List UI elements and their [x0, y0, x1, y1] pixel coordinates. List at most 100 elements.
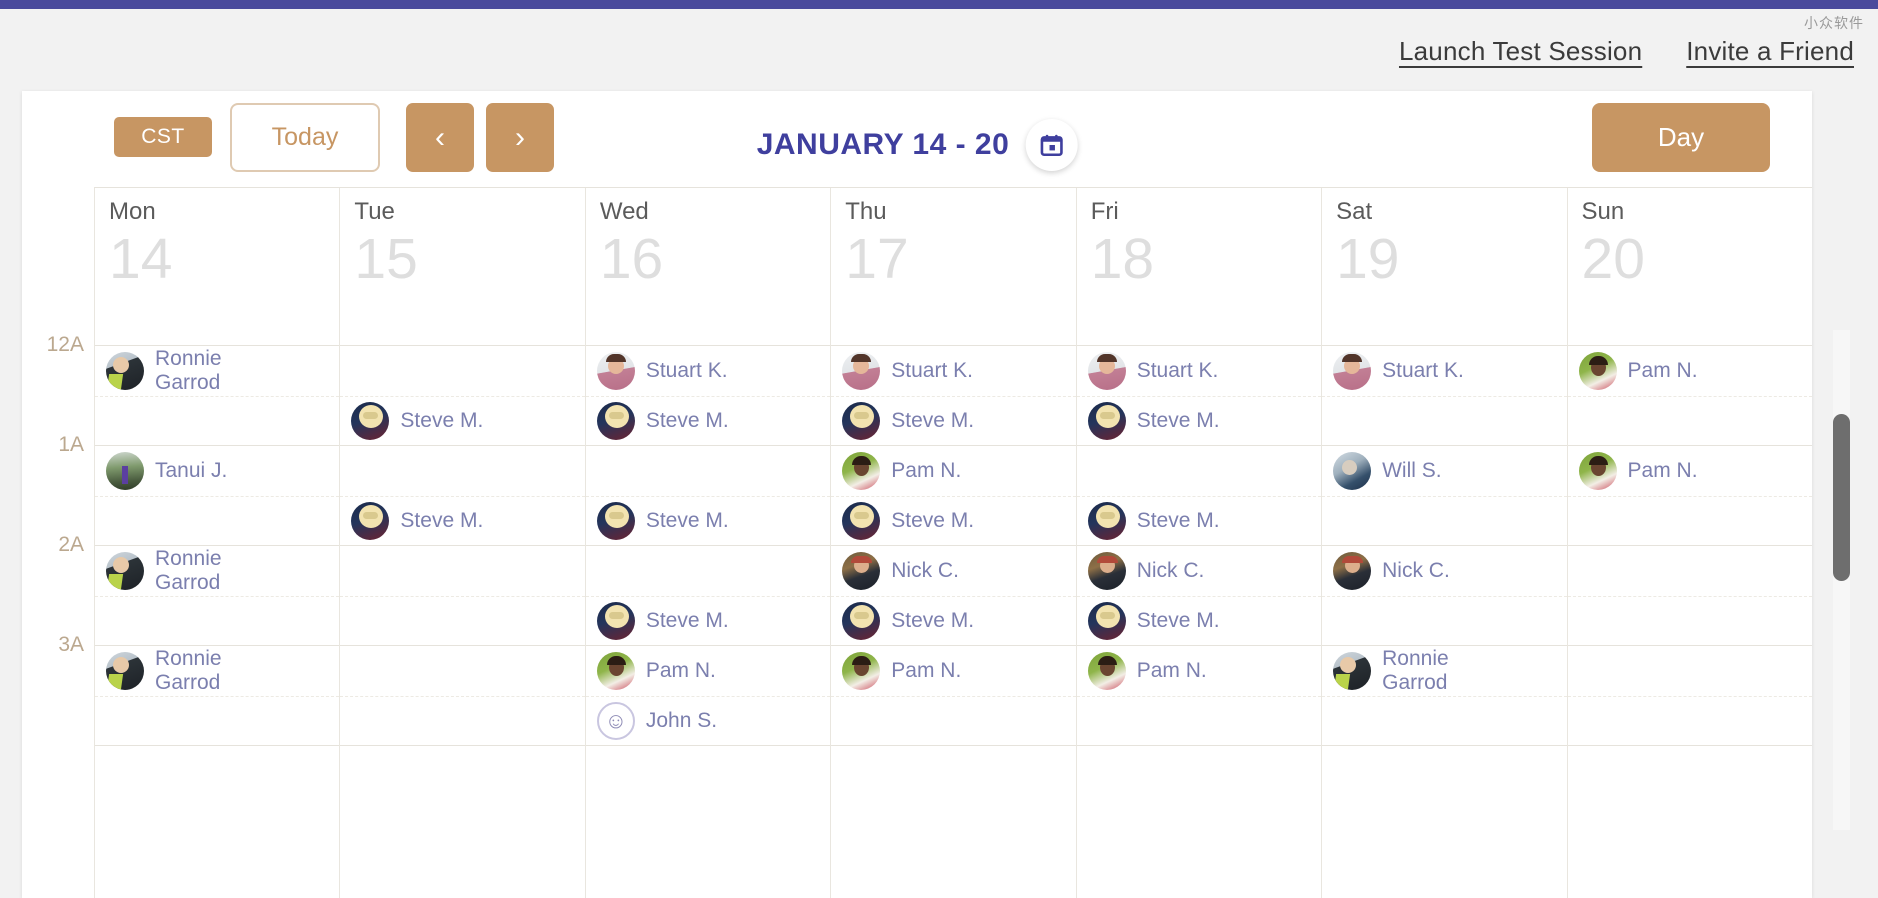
- empty-slot[interactable]: [1568, 396, 1812, 446]
- hour-row-2A[interactable]: Nick C. Steve M.: [1076, 546, 1322, 646]
- day-header-sat[interactable]: Sat 19: [1322, 188, 1567, 346]
- empty-slot[interactable]: [95, 496, 339, 546]
- event-slot[interactable]: Will S.: [1322, 446, 1566, 496]
- event-slot[interactable]: Nick C.: [831, 546, 1075, 596]
- hour-row-2A[interactable]: Nick C.: [1322, 546, 1567, 646]
- event-slot[interactable]: Nick C.: [1077, 546, 1321, 596]
- empty-slot[interactable]: [1568, 646, 1812, 696]
- hour-row-2A[interactable]: Ronnie Garrod: [95, 546, 340, 646]
- hour-row-12A[interactable]: Stuart K. Steve M.: [831, 346, 1077, 446]
- event-slot[interactable]: Nick C.: [1322, 546, 1566, 596]
- event-slot[interactable]: Pam N.: [831, 446, 1075, 496]
- view-mode-button[interactable]: Day: [1592, 103, 1770, 172]
- hour-row-2A[interactable]: Nick C. Steve M.: [831, 546, 1077, 646]
- invite-a-friend-link[interactable]: Invite a Friend: [1686, 36, 1854, 67]
- empty-slot[interactable]: [1322, 696, 1566, 746]
- event-slot[interactable]: Stuart K.: [1077, 346, 1321, 396]
- empty-slot[interactable]: [586, 446, 830, 496]
- day-header-thu[interactable]: Thu 17: [831, 188, 1076, 346]
- hour-row-1A[interactable]: Steve M.: [1076, 446, 1322, 546]
- empty-slot[interactable]: [340, 346, 584, 396]
- day-header-mon[interactable]: Mon 14: [95, 188, 340, 346]
- hour-row-12A[interactable]: Stuart K. Steve M.: [585, 346, 831, 446]
- event-slot[interactable]: Tanui J.: [95, 446, 339, 496]
- event-slot[interactable]: Steve M.: [586, 596, 830, 646]
- hour-row-1A[interactable]: Tanui J.: [95, 446, 340, 546]
- prev-week-button[interactable]: ‹: [406, 103, 474, 172]
- empty-slot[interactable]: [340, 646, 584, 696]
- empty-slot[interactable]: [1077, 446, 1321, 496]
- hour-row-12A[interactable]: Stuart K.: [1322, 346, 1567, 446]
- empty-slot[interactable]: [586, 546, 830, 596]
- next-week-button[interactable]: ›: [486, 103, 554, 172]
- empty-slot[interactable]: [340, 696, 584, 746]
- event-slot[interactable]: ☺ John S.: [586, 696, 830, 746]
- event-slot[interactable]: Pam N.: [1077, 646, 1321, 696]
- hour-row-12A[interactable]: Ronnie Garrod: [95, 346, 340, 446]
- empty-slot[interactable]: [1322, 596, 1566, 646]
- vertical-scrollbar-thumb[interactable]: [1833, 414, 1850, 581]
- event-slot[interactable]: Pam N.: [1568, 346, 1812, 396]
- event-slot[interactable]: Steve M.: [586, 396, 830, 446]
- day-header-tue[interactable]: Tue 15: [340, 188, 585, 346]
- hour-row-1A[interactable]: Will S.: [1322, 446, 1567, 546]
- event-slot[interactable]: Ronnie Garrod: [1322, 646, 1566, 696]
- event-slot[interactable]: Steve M.: [831, 596, 1075, 646]
- hour-row-2A[interactable]: Steve M.: [585, 546, 831, 646]
- event-slot[interactable]: Ronnie Garrod: [95, 346, 339, 396]
- hour-row-12A[interactable]: Pam N.: [1567, 346, 1812, 446]
- hour-row-2A[interactable]: [340, 546, 586, 646]
- empty-slot[interactable]: [1568, 696, 1812, 746]
- hour-row-1A[interactable]: Pam N.: [1567, 446, 1812, 546]
- empty-slot[interactable]: [95, 396, 339, 446]
- event-slot[interactable]: Steve M.: [831, 396, 1075, 446]
- event-slot[interactable]: Steve M.: [1077, 596, 1321, 646]
- event-slot[interactable]: Stuart K.: [1322, 346, 1566, 396]
- hour-row-3A[interactable]: Pam N. ☺ John S.: [585, 646, 831, 746]
- launch-test-session-link[interactable]: Launch Test Session: [1399, 36, 1642, 67]
- hour-row-3A[interactable]: [1567, 646, 1812, 746]
- hour-row-2A[interactable]: [1567, 546, 1812, 646]
- event-slot[interactable]: Pam N.: [831, 646, 1075, 696]
- event-slot[interactable]: Ronnie Garrod: [95, 646, 339, 696]
- empty-slot[interactable]: [340, 546, 584, 596]
- day-header-fri[interactable]: Fri 18: [1076, 188, 1322, 346]
- empty-slot[interactable]: [95, 696, 339, 746]
- hour-row-3A[interactable]: Ronnie Garrod: [95, 646, 340, 746]
- event-slot[interactable]: Ronnie Garrod: [95, 546, 339, 596]
- empty-slot[interactable]: [95, 596, 339, 646]
- event-slot[interactable]: Steve M.: [586, 496, 830, 546]
- empty-slot[interactable]: [340, 446, 584, 496]
- event-slot[interactable]: Steve M.: [340, 396, 584, 446]
- hour-row-12A[interactable]: Steve M.: [340, 346, 586, 446]
- day-header-wed[interactable]: Wed 16: [585, 188, 831, 346]
- day-header-sun[interactable]: Sun 20: [1567, 188, 1812, 346]
- empty-slot[interactable]: [1568, 546, 1812, 596]
- event-slot[interactable]: Pam N.: [586, 646, 830, 696]
- event-slot[interactable]: Pam N.: [1568, 446, 1812, 496]
- hour-row-3A[interactable]: [340, 646, 586, 746]
- empty-slot[interactable]: [1568, 496, 1812, 546]
- timezone-badge[interactable]: CST: [114, 117, 212, 157]
- empty-slot[interactable]: [1077, 696, 1321, 746]
- hour-row-3A[interactable]: Pam N.: [1076, 646, 1322, 746]
- empty-slot[interactable]: [1322, 496, 1566, 546]
- hour-row-3A[interactable]: Pam N.: [831, 646, 1077, 746]
- empty-slot[interactable]: [340, 596, 584, 646]
- event-slot[interactable]: Steve M.: [1077, 396, 1321, 446]
- event-slot[interactable]: Stuart K.: [831, 346, 1075, 396]
- hour-row-1A[interactable]: Pam N. Steve M.: [831, 446, 1077, 546]
- empty-slot[interactable]: [1322, 396, 1566, 446]
- event-slot[interactable]: Steve M.: [831, 496, 1075, 546]
- today-button[interactable]: Today: [230, 103, 380, 172]
- hour-row-1A[interactable]: Steve M.: [340, 446, 586, 546]
- event-slot[interactable]: Steve M.: [1077, 496, 1321, 546]
- empty-slot[interactable]: [1568, 596, 1812, 646]
- empty-slot[interactable]: [831, 696, 1075, 746]
- hour-row-12A[interactable]: Stuart K. Steve M.: [1076, 346, 1322, 446]
- event-slot[interactable]: Stuart K.: [586, 346, 830, 396]
- hour-row-3A[interactable]: Ronnie Garrod: [1322, 646, 1567, 746]
- calendar-picker-button[interactable]: [1025, 119, 1078, 171]
- event-slot[interactable]: Steve M.: [340, 496, 584, 546]
- hour-row-1A[interactable]: Steve M.: [585, 446, 831, 546]
